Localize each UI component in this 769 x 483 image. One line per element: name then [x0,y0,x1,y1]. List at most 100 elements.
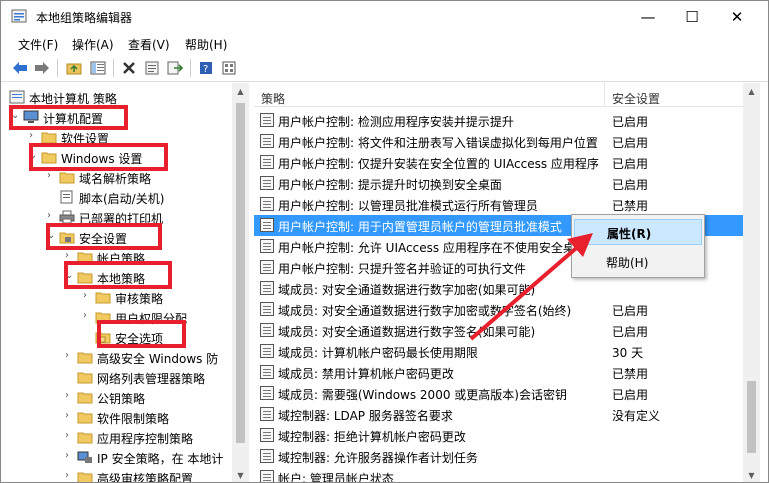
up-folder-button[interactable] [65,59,83,77]
expand-chevron-icon[interactable]: › [65,350,75,361]
context-menu-properties[interactable]: 属性(R) [574,219,702,245]
table-row[interactable]: 域成员: 对安全通道数据进行数字加密(如果可能) [254,278,743,299]
scroll-up-arrow[interactable]: ▲ [743,83,760,100]
menu-action[interactable]: 操作(A) [72,36,114,53]
tree-item[interactable]: ⌄ 安全设置 [1,227,248,247]
table-row[interactable]: 域控制器: LDAP 服务器签名要求 没有定义 [254,404,743,425]
minimize-button[interactable]: — [625,1,671,32]
delete-button[interactable] [120,59,138,77]
expand-chevron-icon[interactable]: › [65,450,75,461]
table-row[interactable]: 域成员: 禁用计算机帐户密码更改 已禁用 [254,362,743,383]
tree-item[interactable]: ⌄ 本地策略 [1,267,248,287]
tree-item[interactable]: 本地计算机 策略 [1,87,248,107]
tree-scrollbar[interactable]: ▲ ▼ [232,83,249,482]
expand-chevron-icon[interactable]: › [65,470,75,481]
policy-name: 用户帐户控制: 只提升签名并验证的可执行文件 [278,262,526,276]
policy-setting: 没有定义 [612,409,661,423]
menu-file[interactable]: 文件(F) [18,36,58,53]
menu-view[interactable]: 查看(V) [128,36,170,53]
tree-item[interactable]: › 用户权限分配 [1,307,248,327]
collapse-chevron-icon[interactable]: ⌄ [29,150,39,161]
table-row[interactable]: 用户帐户控制: 将文件和注册表写入错误虚拟化到每用户位置 已启用 [254,131,743,152]
expand-chevron-icon[interactable]: › [47,210,57,221]
back-button[interactable] [11,59,29,77]
export-button[interactable] [166,59,184,77]
policy-setting: 已启用 [612,388,649,402]
table-row[interactable]: 域控制器: 允许服务器操作者计划任务 [254,446,743,467]
script-icon [59,190,75,204]
table-row[interactable]: 域控制器: 拒绝计算机帐户密码更改 [254,425,743,446]
tree-item[interactable]: › IP 安全策略，在 本地计 [1,447,248,467]
tree-item-label: 安全设置 [79,232,128,246]
tree-item[interactable]: › 已部署的打印机 [1,207,248,227]
policy-name: 域成员: 禁用计算机帐户密码更改 [278,367,454,381]
maximize-icon: ☐ [685,7,699,26]
table-row[interactable]: 用户帐户控制: 检测应用程序安装并提示提升 已启用 [254,110,743,131]
table-row[interactable]: 域成员: 对安全通道数据进行数字加密或数字签名(始终) 已启用 [254,299,743,320]
collapse-chevron-icon[interactable]: ⌄ [47,230,57,241]
scroll-thumb[interactable] [747,381,756,453]
close-button[interactable]: ✕ [714,1,760,32]
folder-icon [41,130,57,144]
table-row[interactable]: 用户帐户控制: 以管理员批准模式运行所有管理员 已禁用 [254,194,743,215]
policy-list: ^ 策略 安全设置 用户帐户控制: 检测应用程序安装并提示提升 已启用 用户帐户控制… [254,83,743,482]
expand-chevron-icon[interactable]: › [29,130,39,141]
tree-item[interactable]: 网络列表管理器策略 [1,367,248,387]
table-row[interactable]: 用户帐户控制: 提示提升时切换到安全桌面 已启用 [254,173,743,194]
table-row[interactable]: 帐户: 管理员帐户状态 [254,467,743,482]
show-tree-button[interactable] [89,59,107,77]
scroll-thumb[interactable] [236,103,245,443]
tree-item-label: 脚本(启动/关机) [79,192,165,206]
policy-icon [260,302,274,316]
policy-icon [260,407,274,421]
tree-item[interactable]: › 高级审核策略配置 [1,467,248,482]
expand-chevron-icon[interactable]: › [65,390,75,401]
context-menu-help[interactable]: 帮助(H) [574,249,702,275]
scroll-up-arrow[interactable]: ▲ [232,83,249,100]
tree-item[interactable]: › 软件设置 [1,127,248,147]
view-button[interactable] [220,59,238,77]
expand-chevron-icon[interactable]: › [65,430,75,441]
column-header-policy[interactable]: 策略 [261,90,285,107]
collapse-chevron-icon[interactable]: ⌄ [11,110,21,121]
expand-chevron-icon[interactable]: › [65,250,75,261]
tree-item[interactable]: › 高级安全 Windows 防 [1,347,248,367]
policy-setting: 30 天 [612,346,644,360]
menu-help[interactable]: 帮助(H) [185,36,227,53]
policy-icon [260,176,274,190]
scroll-down-arrow[interactable]: ▼ [743,467,760,482]
table-row[interactable]: 用户帐户控制: 仅提升安装在安全位置的 UIAccess 应用程序 已启用 [254,152,743,173]
collapse-chevron-icon[interactable]: ⌄ [65,270,75,281]
tree-item[interactable]: ⌄ Windows 设置 [1,147,248,167]
expand-chevron-icon[interactable]: › [65,410,75,421]
show-tree-icon [90,61,106,75]
tree-pane[interactable]: 本地计算机 策略 ⌄ 计算机配置 › 软件设置 ⌄ Windows 设置 › 域名解析策略脚本(… [1,83,249,482]
tree-item[interactable]: › 帐户策略 [1,247,248,267]
tree-item[interactable]: › 软件限制策略 [1,407,248,427]
policy-icon [260,197,274,211]
tree-item[interactable]: › 公钥策略 [1,387,248,407]
folder-icon [77,390,93,404]
help-button[interactable]: ? [197,59,215,77]
properties-button[interactable] [143,59,161,77]
expand-chevron-icon[interactable]: › [83,290,93,301]
column-header-setting[interactable]: 安全设置 [612,90,660,107]
tree-item[interactable]: 脚本(启动/关机) [1,187,248,207]
expand-chevron-icon[interactable]: › [47,170,57,181]
scroll-down-arrow[interactable]: ▼ [232,467,249,482]
tree-item[interactable]: ⌄ 计算机配置 [1,107,248,127]
expand-chevron-icon[interactable]: › [83,310,93,321]
forward-button[interactable] [33,59,51,77]
column-divider[interactable] [604,83,605,107]
tree-item[interactable]: › 审核策略 [1,287,248,307]
menu-bar: 文件(F) 操作(A) 查看(V) 帮助(H) [1,32,768,54]
policy-name: 用户帐户控制: 将文件和注册表写入错误虚拟化到每用户位置 [278,136,598,150]
tree-item[interactable]: › 应用程序控制策略 [1,427,248,447]
table-row[interactable]: 域成员: 计算机帐户密码最长使用期限 30 天 [254,341,743,362]
table-row[interactable]: 域成员: 需要强(Windows 2000 或更高版本)会话密钥 已启用 [254,383,743,404]
tree-item[interactable]: › 域名解析策略 [1,167,248,187]
maximize-button[interactable]: ☐ [669,1,715,32]
table-row[interactable]: 域成员: 对安全通道数据进行数字签名(如果可能) 已启用 [254,320,743,341]
tree-item[interactable]: 安全选项 [1,327,248,347]
list-scrollbar[interactable]: ▲ ▼ [743,83,760,482]
